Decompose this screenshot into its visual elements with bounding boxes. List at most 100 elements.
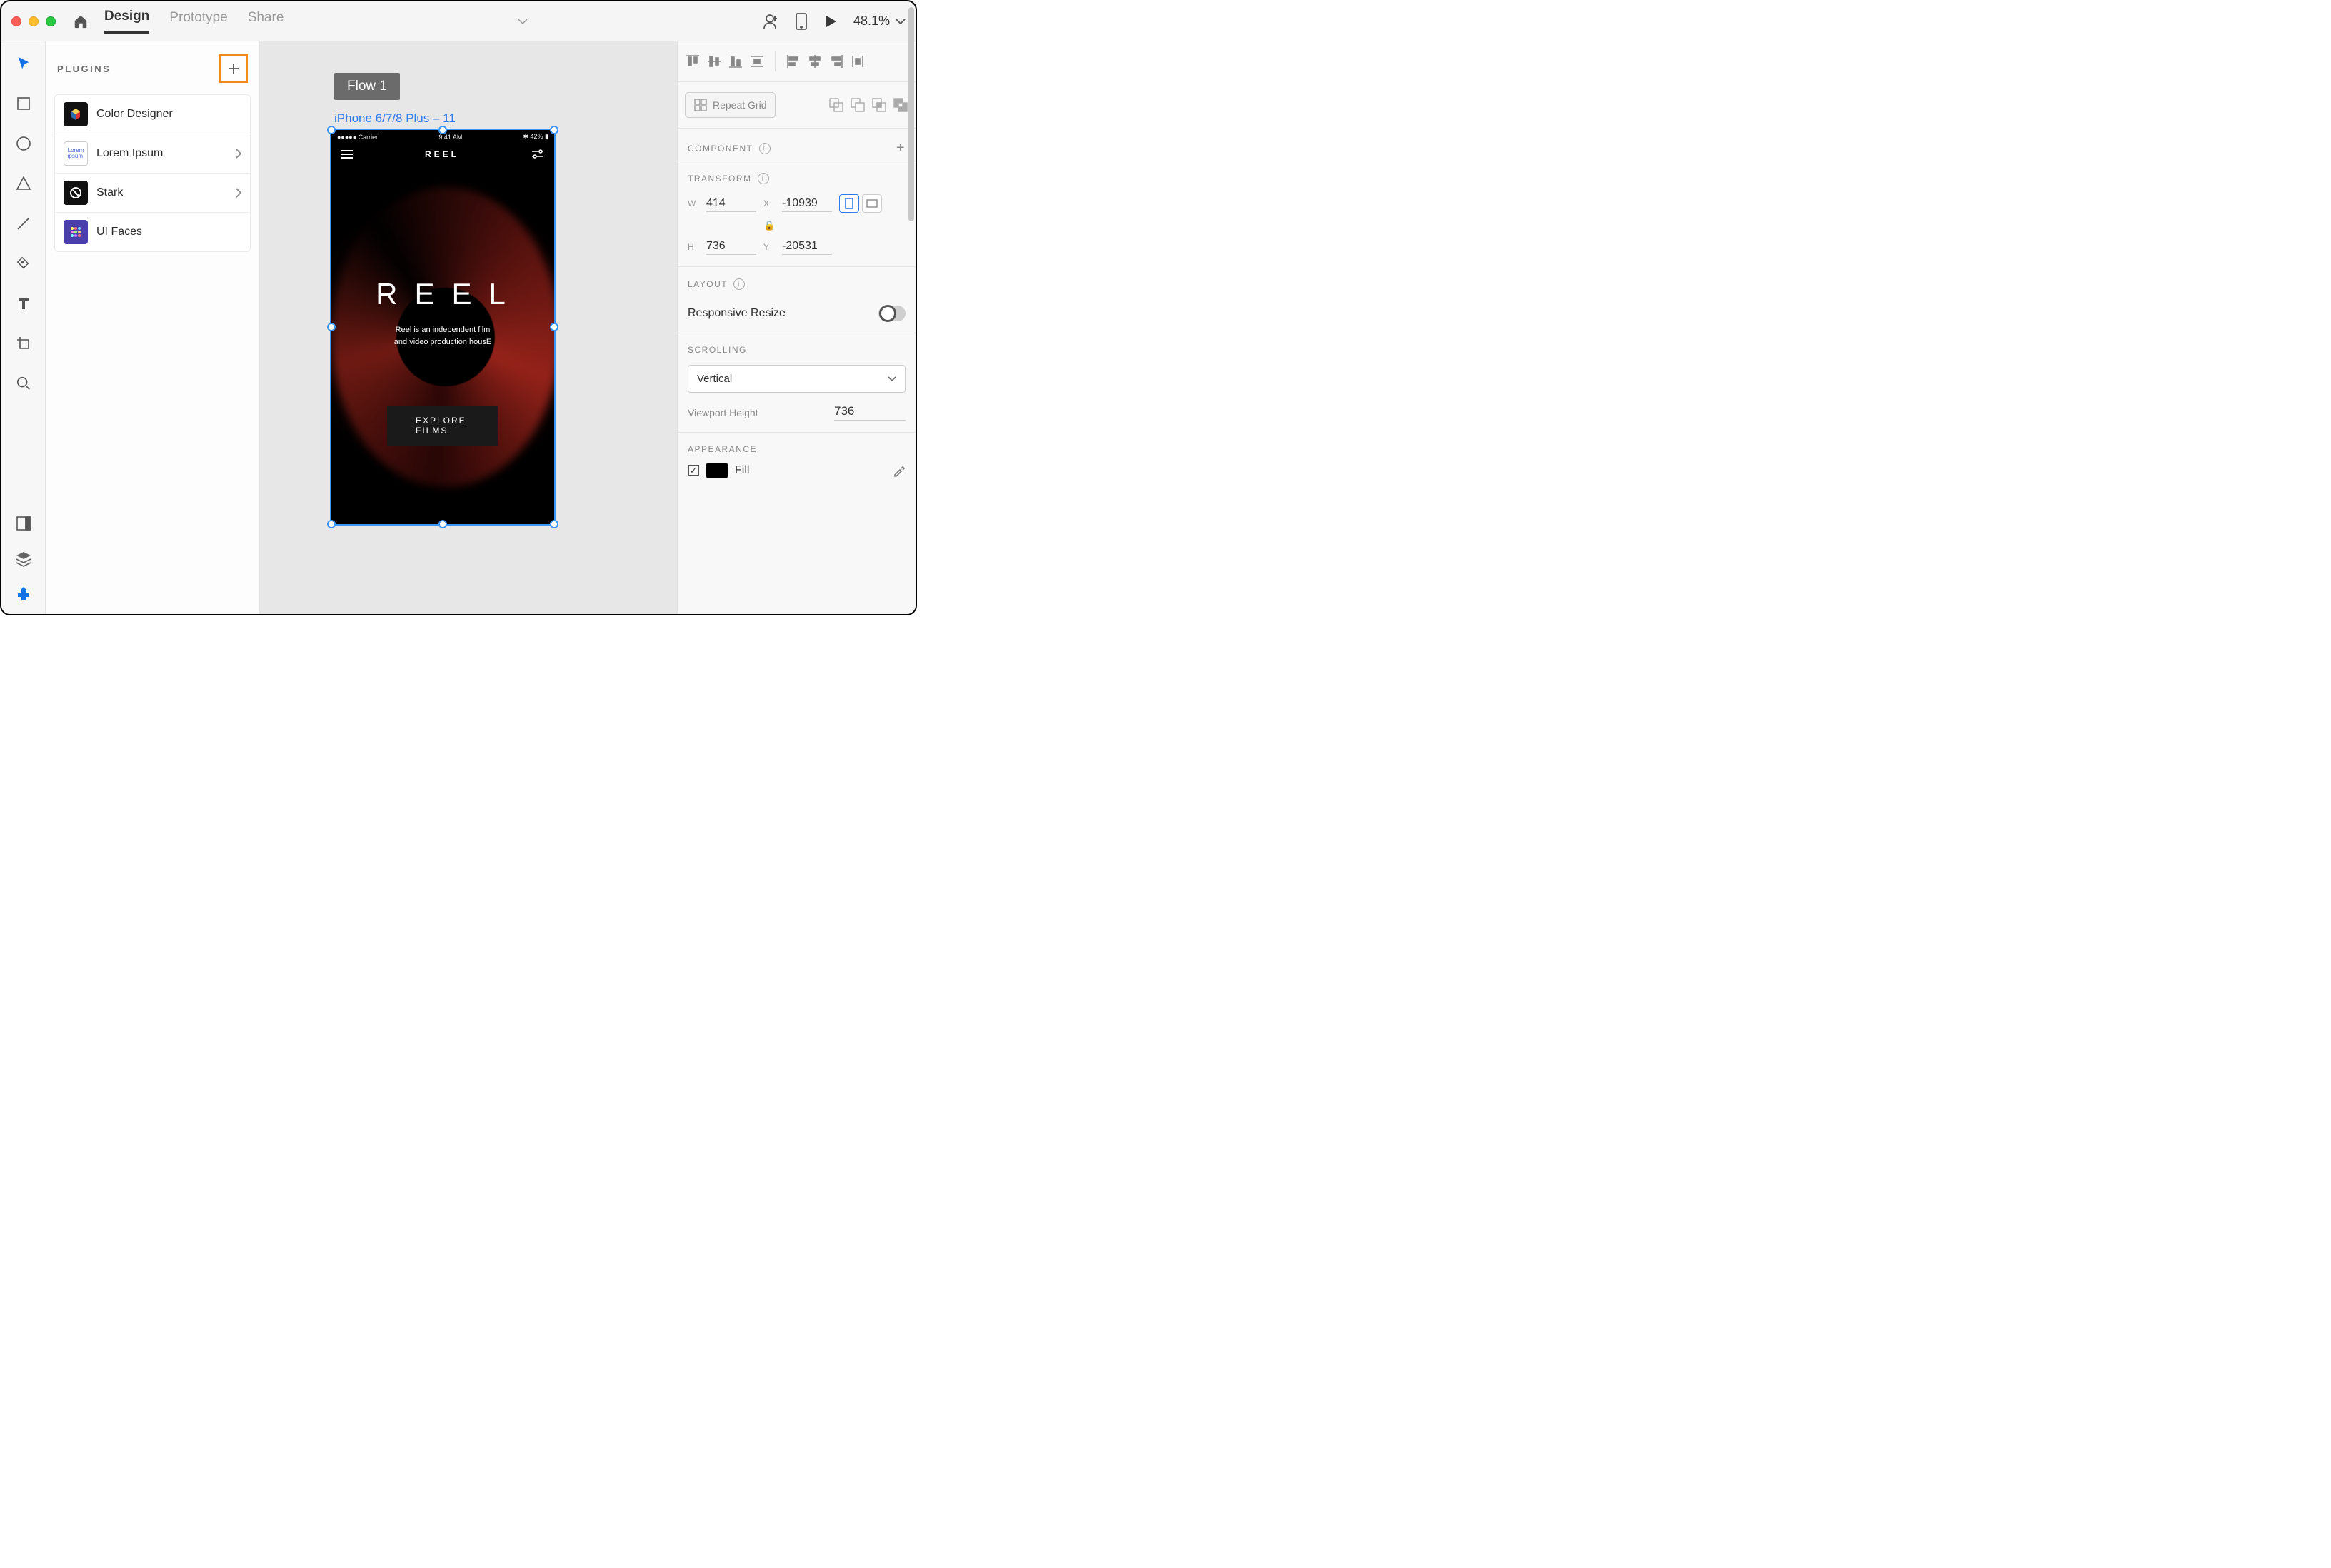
x-input[interactable]: [782, 196, 832, 212]
height-input[interactable]: [706, 238, 756, 255]
resize-handle[interactable]: [550, 323, 558, 331]
lock-aspect-icon[interactable]: 🔒: [763, 220, 775, 231]
align-bottom-icon[interactable]: [728, 54, 743, 69]
plugin-name: Stark: [96, 186, 227, 199]
distribute-h-icon[interactable]: [850, 54, 866, 69]
component-section: COMPONENT i +: [678, 129, 916, 161]
resize-handle[interactable]: [550, 520, 558, 528]
plugin-item-ui-faces[interactable]: UI Faces: [55, 213, 250, 251]
resize-handle[interactable]: [550, 126, 558, 134]
align-left-icon[interactable]: [786, 54, 801, 69]
resize-handle[interactable]: [327, 323, 336, 331]
plugin-item-color-designer[interactable]: Color Designer: [55, 95, 250, 134]
artboard-selection[interactable]: ●●●●● Carrier 9:41 AM ✱ 42% ▮ REEL REEL …: [330, 129, 556, 526]
plugin-item-stark[interactable]: Stark: [55, 174, 250, 213]
plugins-icon[interactable]: [14, 586, 33, 604]
orientation-landscape-button[interactable]: [862, 194, 882, 213]
viewport-height-input[interactable]: [834, 404, 906, 421]
layout-section: LAYOUT i: [678, 267, 916, 294]
hero-subtitle: Reel is an independent film and video pr…: [331, 324, 554, 348]
plugins-panel: PLUGINS Color Designer Loremipsum Lorem …: [46, 41, 260, 614]
info-icon[interactable]: i: [759, 143, 771, 154]
boolean-subtract-icon[interactable]: [850, 97, 866, 113]
tool-rail: [1, 41, 46, 614]
eyedropper-icon[interactable]: [893, 464, 906, 477]
invite-icon[interactable]: [762, 13, 779, 30]
y-input[interactable]: [782, 238, 832, 255]
fill-swatch[interactable]: [706, 463, 728, 478]
artboard-tool[interactable]: [14, 334, 33, 353]
responsive-resize-toggle[interactable]: [878, 306, 906, 321]
flow-badge[interactable]: Flow 1: [334, 73, 400, 100]
resize-handle[interactable]: [438, 520, 447, 528]
align-hcenter-icon[interactable]: [807, 54, 823, 69]
assets-icon[interactable]: [14, 514, 33, 533]
polygon-tool[interactable]: [14, 174, 33, 193]
window-controls: [11, 16, 56, 26]
plugin-item-lorem-ipsum[interactable]: Loremipsum Lorem Ipsum: [55, 134, 250, 174]
app-title: REEL: [425, 149, 459, 159]
scrollbar[interactable]: [908, 41, 914, 221]
rectangle-tool[interactable]: [14, 94, 33, 113]
mobile-preview-icon[interactable]: [795, 13, 808, 30]
plugin-thumb-icon: [64, 181, 88, 205]
tab-share[interactable]: Share: [248, 10, 284, 33]
chevron-right-icon: [236, 149, 241, 159]
home-icon[interactable]: [73, 14, 89, 29]
zoom-level[interactable]: 48.1%: [853, 14, 906, 29]
maximize-window-button[interactable]: [46, 16, 56, 26]
tab-design[interactable]: Design: [104, 9, 149, 34]
mode-tabs: Design Prototype Share: [104, 9, 284, 34]
fill-label: Fill: [735, 464, 749, 477]
y-label: Y: [763, 242, 775, 252]
status-battery: ✱ 42% ▮: [523, 133, 548, 141]
close-window-button[interactable]: [11, 16, 21, 26]
play-icon[interactable]: [823, 14, 838, 29]
fill-checkbox[interactable]: ✓: [688, 465, 699, 476]
zoom-tool[interactable]: [14, 374, 33, 393]
properties-panel: Repeat Grid COMPONENT i + TRANSFORM i: [677, 41, 916, 614]
x-label: X: [763, 198, 775, 208]
plugin-name: Color Designer: [96, 108, 241, 121]
height-label: H: [688, 242, 699, 252]
repeat-grid-button[interactable]: Repeat Grid: [685, 92, 776, 118]
titlebar-right-tools: 48.1%: [762, 13, 906, 30]
select-tool[interactable]: [14, 54, 33, 73]
resize-handle[interactable]: [327, 126, 336, 134]
artboard-name[interactable]: iPhone 6/7/8 Plus – 11: [334, 111, 456, 126]
info-icon[interactable]: i: [733, 278, 745, 290]
document-dropdown[interactable]: [505, 19, 541, 24]
line-tool[interactable]: [14, 214, 33, 233]
minimize-window-button[interactable]: [29, 16, 39, 26]
hero-title: REEL: [331, 277, 554, 311]
info-icon[interactable]: i: [758, 173, 769, 184]
explore-button: EXPLORE FILMS: [387, 406, 498, 446]
add-component-button[interactable]: +: [896, 140, 906, 156]
distribute-v-icon[interactable]: [749, 54, 765, 69]
app-bar: REEL: [331, 144, 554, 165]
tab-prototype[interactable]: Prototype: [169, 10, 227, 33]
ellipse-tool[interactable]: [14, 134, 33, 153]
canvas[interactable]: Flow 1 iPhone 6/7/8 Plus – 11 ●●●●● Carr…: [260, 41, 677, 614]
plugin-thumb-icon: [64, 102, 88, 126]
layers-icon[interactable]: [14, 550, 33, 568]
align-vcenter-icon[interactable]: [706, 54, 722, 69]
chevron-right-icon: [236, 188, 241, 198]
scrolling-select[interactable]: Vertical: [688, 365, 906, 393]
boolean-add-icon[interactable]: [828, 97, 844, 113]
align-right-icon[interactable]: [828, 54, 844, 69]
boolean-exclude-icon[interactable]: [893, 97, 908, 113]
responsive-resize-label: Responsive Resize: [688, 307, 786, 320]
text-tool[interactable]: [14, 294, 33, 313]
pen-tool[interactable]: [14, 254, 33, 273]
boolean-intersect-icon[interactable]: [871, 97, 887, 113]
resize-handle[interactable]: [438, 126, 447, 134]
plugin-list: Color Designer Loremipsum Lorem Ipsum St…: [54, 94, 251, 252]
orientation-portrait-button[interactable]: [839, 194, 859, 213]
align-top-icon[interactable]: [685, 54, 701, 69]
resize-handle[interactable]: [327, 520, 336, 528]
add-plugin-button[interactable]: [219, 54, 248, 83]
appearance-section: APPEARANCE: [678, 433, 916, 458]
hero: REEL Reel is an independent film and vid…: [331, 277, 554, 348]
width-input[interactable]: [706, 196, 756, 212]
